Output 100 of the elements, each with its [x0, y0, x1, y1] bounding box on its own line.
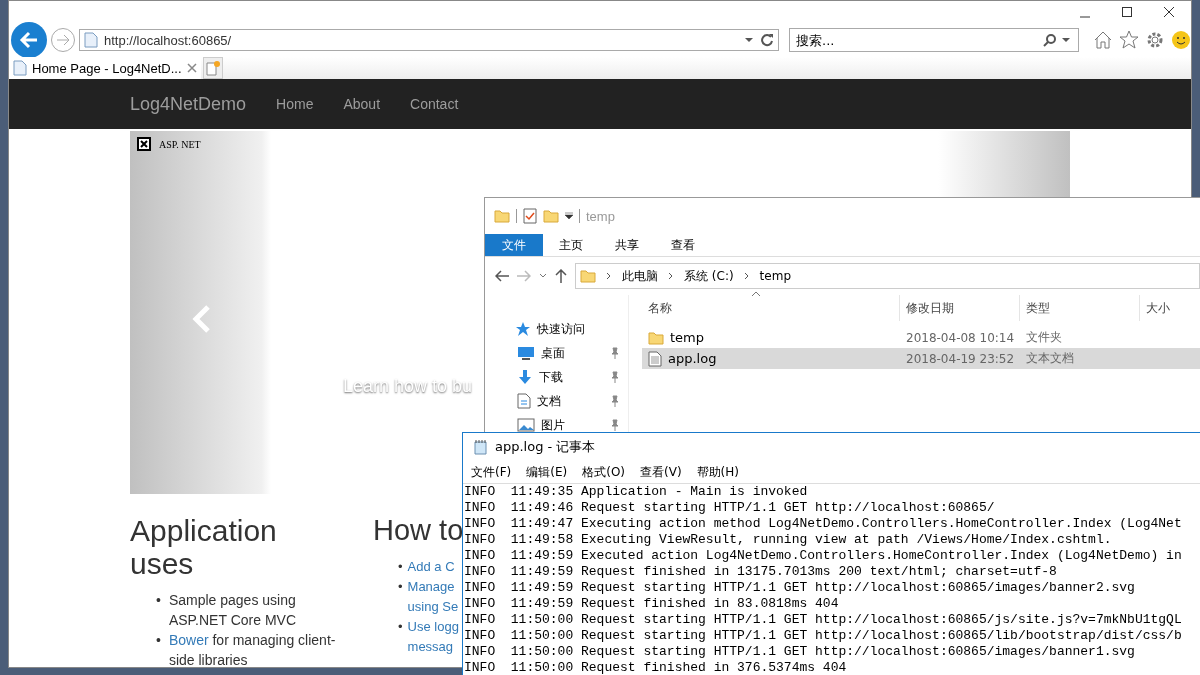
refresh-icon[interactable] [760, 33, 774, 47]
settings-icon[interactable] [1145, 30, 1165, 50]
sort-caret-icon [751, 291, 761, 297]
menu-item[interactable]: 编辑(E) [526, 463, 568, 481]
date-cell: 2018-04-08 10:14 [906, 330, 1015, 345]
link[interactable]: Add a C [407, 557, 455, 577]
file-name: temp [670, 330, 704, 345]
breadcrumb-item[interactable]: 此电脑 [622, 267, 658, 285]
right-arrow-icon [56, 34, 70, 46]
log-line: INFO 11:49:46 Request starting HTTP/1.1 GET http://localhost:60865/ [464, 500, 995, 516]
brand-link[interactable]: Log4NetDemo [130, 93, 247, 115]
section-heading: Application uses [130, 514, 278, 580]
menu-item[interactable]: 帮助(H) [696, 463, 739, 481]
column-header[interactable]: 类型 [1020, 295, 1140, 321]
carousel-caption: Learn how to bu [343, 376, 473, 397]
date-cell: 2018-04-19 23:52 [906, 351, 1015, 366]
dropdown-icon[interactable] [565, 212, 573, 220]
column-header[interactable]: 大小 [1140, 295, 1200, 321]
document-icon [517, 393, 531, 409]
column-header[interactable]: 修改日期 [900, 295, 1020, 321]
page-icon [84, 32, 98, 48]
back-arrow-icon[interactable] [495, 270, 509, 282]
address-bar[interactable]: http://localhost:60865/ [79, 29, 779, 51]
menu-item[interactable]: 查看(V) [640, 463, 682, 481]
menu-item[interactable]: 文件(F) [471, 463, 512, 481]
list-item: Bower for managing client-side libraries [168, 631, 337, 667]
folder-icon [580, 269, 596, 283]
nav-link[interactable]: Contact [410, 96, 459, 112]
ribbon-tab[interactable]: 文件 [485, 234, 543, 256]
monitor-icon [517, 346, 535, 360]
log-line: INFO 11:49:58 Executing ViewResult, running view at path /Views/Home/Index.cshtml. [464, 532, 1112, 548]
close-icon[interactable] [1163, 6, 1175, 18]
image-alt-text: ASP. NET [159, 138, 201, 150]
star-icon[interactable] [1119, 30, 1139, 50]
back-button[interactable] [11, 22, 47, 58]
log-line: INFO 11:50:00 Request starting HTTP/1.1 GET http://localhost:60865/lib/bootstrap/dist/css/b [464, 628, 1182, 644]
bullet: • [398, 558, 403, 576]
folder-icon [494, 209, 510, 223]
search-icon[interactable] [1043, 33, 1057, 47]
url-text: http://localhost:60865/ [104, 32, 233, 48]
file-row[interactable]: temp 2018-04-08 10:14 文件夹 [642, 327, 1200, 348]
pin-icon [610, 419, 620, 431]
link[interactable]: Use logg messag [407, 617, 459, 657]
chevron-right-icon [606, 272, 612, 280]
nav-item[interactable]: 桌面 [485, 341, 628, 365]
star-icon [515, 321, 531, 337]
chevron-right-icon [743, 272, 750, 280]
log-line: INFO 11:50:00 Request starting HTTP/1.1 GET http://localhost:60865/images/banner1.svg [464, 644, 1135, 660]
pin-icon [610, 395, 620, 407]
new-folder-icon [543, 209, 559, 223]
download-arrow-icon [517, 369, 533, 385]
maximize-icon[interactable] [1121, 6, 1133, 18]
text-file-icon [648, 350, 662, 367]
dropdown-icon[interactable] [1061, 37, 1071, 43]
page-icon [13, 60, 27, 76]
section-heading: How to [373, 514, 462, 547]
up-arrow-icon[interactable] [555, 269, 567, 283]
link[interactable]: Bower [168, 632, 209, 648]
type-cell: 文件夹 [1026, 329, 1062, 346]
bullet: • [156, 631, 161, 650]
window-title: temp [586, 208, 615, 224]
nav-link[interactable]: About [343, 96, 381, 112]
pin-icon [610, 371, 620, 383]
log-line: INFO 11:49:59 Request finished in 13175.7013ms 200 text/html; charset=utf-8 [464, 564, 1057, 580]
bullet: • [398, 578, 403, 596]
nav-item[interactable]: 快速访问 [485, 317, 628, 341]
home-icon[interactable] [1093, 30, 1113, 50]
log-line: INFO 11:49:59 Executed action Log4NetDemo.Controllers.HomeController.Index (Log4NetDemo) in [464, 548, 1182, 564]
folder-icon [648, 330, 664, 345]
search-field[interactable]: 搜索... [789, 28, 1079, 52]
log-line: INFO 11:50:00 Request finished in 376.5374ms 404 [464, 660, 847, 675]
menu-item[interactable]: 格式(O) [582, 463, 626, 481]
notepad-icon [473, 439, 489, 455]
breadcrumb-item[interactable]: temp [759, 269, 791, 283]
nav-item[interactable]: 下载 [485, 365, 628, 389]
browser-tab[interactable]: Home Page - Log4NetD... [9, 57, 201, 79]
window-title: app.log - 记事本 [495, 438, 596, 456]
link[interactable]: Manage using Se [407, 577, 459, 617]
chevron-right-icon [668, 272, 674, 280]
breadcrumb-item[interactable]: 系统 (C:) [684, 267, 734, 285]
nav-item[interactable]: 图片 [485, 413, 628, 436]
column-header[interactable]: 名称 [642, 295, 900, 321]
log-line: INFO 11:49:59 Request starting HTTP/1.1 GET http://localhost:60865/images/banner2.svg [464, 580, 1135, 596]
file-name: app.log [668, 351, 717, 366]
properties-icon[interactable] [523, 208, 537, 224]
log-line: INFO 11:49:35 Application - Main is invoked [464, 484, 808, 500]
pin-icon [610, 347, 620, 359]
left-arrow-icon [19, 31, 39, 49]
dropdown-icon[interactable] [744, 37, 754, 43]
log-line: INFO 11:50:00 Request starting HTTP/1.1 GET http://localhost:60865/js/site.js?v=7mkNbU1tgQL [464, 612, 1182, 628]
smiley-icon[interactable] [1171, 30, 1191, 50]
bullet: • [398, 618, 403, 636]
log-line: INFO 11:49:59 Request finished in 83.0818ms 404 [464, 596, 839, 612]
type-cell: 文本文档 [1026, 350, 1074, 367]
nav-link[interactable]: Home [276, 96, 314, 112]
file-row[interactable]: app.log 2018-04-19 23:52 文本文档 [642, 348, 1200, 369]
broken-image-icon [137, 137, 151, 151]
breadcrumb-bar[interactable]: 此电脑 系统 (C:) temp [575, 263, 1200, 289]
chevron-down-icon[interactable] [539, 273, 547, 279]
nav-item[interactable]: 文档 [485, 389, 628, 413]
